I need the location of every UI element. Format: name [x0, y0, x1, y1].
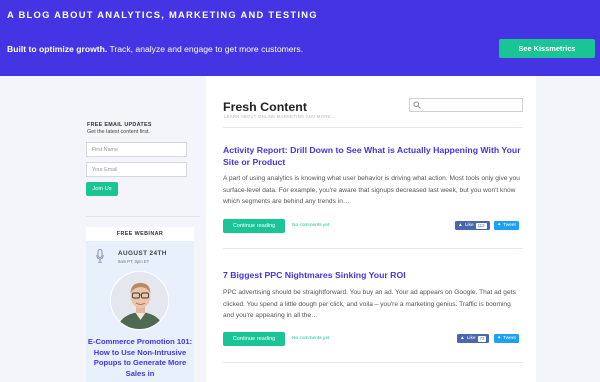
- comments-link[interactable]: No comments yet: [292, 336, 329, 341]
- email-field[interactable]: Your Email: [86, 162, 187, 177]
- post-divider: [223, 248, 523, 249]
- promo-rest-text: Track, analyze and engage to get more cu…: [107, 44, 304, 54]
- post-title[interactable]: Activity Report: Drill Down to See What …: [223, 144, 523, 168]
- content-divider: [223, 127, 523, 128]
- speaker-portrait: [111, 272, 168, 329]
- promo-text: Built to optimize growth. Track, analyze…: [7, 44, 303, 54]
- continue-reading-button[interactable]: Continue reading: [223, 332, 285, 346]
- email-signup-title: FREE EMAIL UPDATES: [87, 122, 152, 128]
- like-count: 72: [477, 335, 487, 342]
- twitter-bird-icon: ✦: [497, 336, 502, 341]
- post-divider: [223, 362, 523, 363]
- search-icon: [413, 101, 421, 109]
- webinar-title[interactable]: E-Commerce Promotion 101: How to Use Non…: [86, 337, 194, 379]
- search-input[interactable]: [409, 98, 523, 112]
- blog-tagline: A BLOG ABOUT ANALYTICS, MARKETING AND TE…: [7, 9, 318, 20]
- page-title: Fresh Content: [223, 100, 307, 114]
- webinar-date: AUGUST 24TH: [118, 250, 167, 257]
- facebook-like-button[interactable]: ▲ Like 72: [457, 334, 490, 343]
- page-subtitle: LEARN ABOUT ONLINE MARKETING AND MORE...: [224, 114, 336, 119]
- see-kissmetrics-button[interactable]: See Kissmetrics: [499, 39, 595, 58]
- sidebar-divider: [86, 216, 200, 217]
- microphone-icon: [96, 249, 104, 263]
- webinar-label: FREE WEBINAR: [86, 227, 194, 241]
- post-excerpt: A part of using analytics is knowing wha…: [223, 175, 520, 206]
- tweet-label: Tweet: [503, 223, 516, 228]
- continue-reading-button[interactable]: Continue reading: [223, 219, 285, 233]
- webinar-card[interactable]: FREE WEBINAR AUGUST 24TH 9am PT, 9pm ET …: [86, 227, 194, 382]
- post-excerpt: PPC advertising should be straightforwar…: [223, 289, 516, 320]
- post-title[interactable]: 7 Biggest PPC Nightmares Sinking Your RO…: [223, 269, 523, 281]
- webinar-time: 9am PT, 9pm ET: [118, 259, 150, 264]
- thumbs-up-icon: ▲: [460, 336, 465, 341]
- like-label: Like: [464, 223, 474, 228]
- first-name-field[interactable]: First Name: [86, 142, 187, 157]
- comments-link[interactable]: No comments yet: [292, 223, 329, 228]
- like-label: Like: [466, 336, 476, 341]
- hero-banner: A BLOG ABOUT ANALYTICS, MARKETING AND TE…: [0, 0, 600, 76]
- tweet-button[interactable]: ✦ Tweet: [494, 334, 519, 343]
- join-us-button[interactable]: Join Us: [86, 182, 118, 196]
- thumbs-up-icon: ▲: [458, 223, 463, 228]
- speaker-avatar: [110, 271, 169, 330]
- right-margin-background: [536, 76, 600, 382]
- like-count: 112: [475, 222, 487, 229]
- facebook-like-button[interactable]: ▲ Like 112: [455, 221, 490, 230]
- tweet-button[interactable]: ✦ Tweet: [494, 221, 519, 230]
- tweet-label: Tweet: [503, 336, 516, 341]
- twitter-bird-icon: ✦: [497, 223, 502, 228]
- email-signup-subtitle: Get the latest content first.: [87, 129, 150, 135]
- promo-bold-text: Built to optimize growth.: [7, 44, 108, 54]
